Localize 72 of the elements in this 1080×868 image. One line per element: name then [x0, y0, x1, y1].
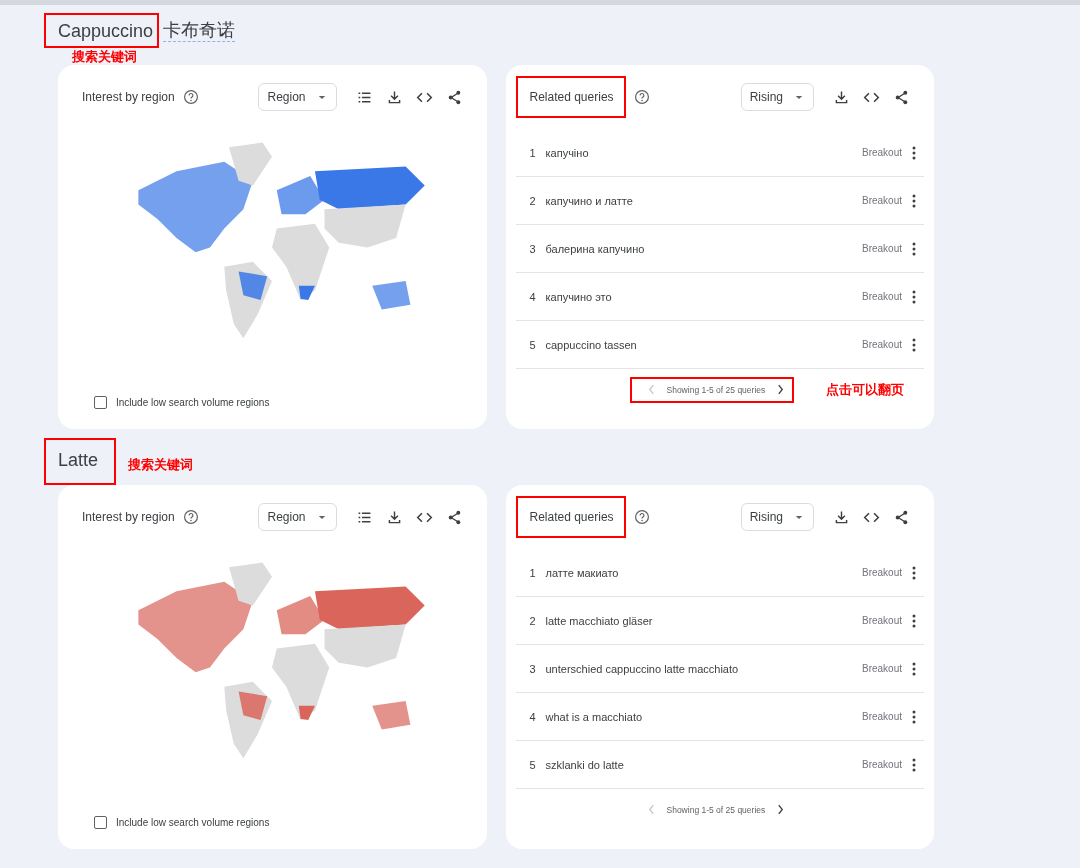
query-value: Breakout [861, 663, 902, 674]
query-value: Breakout [861, 147, 902, 158]
query-value: Breakout [861, 291, 902, 302]
help-icon[interactable] [633, 509, 650, 525]
search-keyword: Latte [44, 437, 117, 485]
region-dropdown[interactable]: Region [258, 83, 337, 111]
query-rank: 3 [529, 662, 537, 675]
card-title: Interest by region [82, 510, 175, 524]
more-icon[interactable] [912, 289, 916, 304]
more-icon[interactable] [912, 565, 916, 580]
annotation-note: 点击可以翻页 [826, 381, 905, 399]
query-rank: 1 [529, 146, 537, 159]
query-link[interactable]: unterschied cappuccino latte macchiato [545, 662, 739, 675]
more-icon[interactable] [912, 709, 916, 724]
query-link[interactable]: what is a macchiato [545, 710, 643, 723]
sort-dropdown[interactable]: Rising [740, 503, 814, 531]
query-link[interactable]: szklanki do latte [545, 758, 624, 771]
pagination-text: Showing 1-5 of 25 queries [666, 804, 766, 815]
region-dropdown[interactable]: Region [258, 503, 337, 531]
query-link[interactable]: капучіно [545, 146, 589, 159]
checkbox-label: Include low search volume regions [116, 397, 270, 408]
card-title: Related queries [515, 76, 626, 118]
keyword-translation: 卡布奇诺 [163, 19, 236, 42]
checkbox-label: Include low search volume regions [116, 817, 270, 828]
more-icon[interactable] [912, 241, 916, 256]
more-icon[interactable] [912, 661, 916, 676]
share-icon[interactable] [893, 508, 910, 526]
query-value: Breakout [861, 567, 902, 578]
query-link[interactable]: капучино и латте [545, 194, 633, 207]
help-icon[interactable] [633, 89, 650, 105]
annotation-note: 搜索关键词 [72, 49, 138, 64]
help-icon[interactable] [182, 509, 199, 525]
caret-icon [317, 94, 326, 100]
more-icon[interactable] [912, 145, 916, 160]
query-value: Breakout [861, 339, 902, 350]
query-link[interactable]: latte macchiato gläser [545, 614, 653, 627]
query-rank: 2 [529, 614, 537, 627]
checkbox[interactable] [94, 816, 107, 829]
query-value: Breakout [861, 615, 902, 626]
help-icon[interactable] [182, 89, 199, 105]
annotation-note: 搜索关键词 [128, 456, 194, 474]
query-link[interactable]: cappuccino tassen [545, 338, 637, 351]
caret-icon [317, 514, 326, 520]
share-icon[interactable] [893, 88, 910, 106]
query-rank: 4 [529, 290, 537, 303]
query-value: Breakout [861, 195, 902, 206]
query-link[interactable]: латте макиато [545, 566, 619, 579]
caret-icon [795, 514, 803, 520]
query-value: Breakout [861, 759, 902, 770]
query-value: Breakout [861, 711, 902, 722]
next-page-icon[interactable] [777, 804, 785, 815]
card-title: Interest by region [82, 90, 175, 104]
card-title: Related queries [515, 496, 626, 538]
more-icon[interactable] [912, 193, 916, 208]
more-icon[interactable] [912, 613, 916, 628]
pagination-text: Showing 1-5 of 25 queries [666, 384, 766, 395]
query-value: Breakout [861, 243, 902, 254]
query-link[interactable]: балерина капучино [545, 242, 645, 255]
more-icon[interactable] [912, 337, 916, 352]
caret-icon [795, 94, 803, 100]
query-rank: 1 [529, 566, 537, 579]
query-rank: 5 [529, 338, 537, 351]
search-keyword: Cappuccino [44, 13, 160, 48]
query-link[interactable]: капучино это [545, 290, 612, 303]
next-page-icon[interactable] [777, 384, 785, 395]
sort-dropdown[interactable]: Rising [740, 83, 814, 111]
query-rank: 4 [529, 710, 537, 723]
checkbox[interactable] [94, 396, 107, 409]
query-rank: 5 [529, 758, 537, 771]
query-rank: 2 [529, 194, 537, 207]
more-icon[interactable] [912, 757, 916, 772]
query-rank: 3 [529, 242, 537, 255]
